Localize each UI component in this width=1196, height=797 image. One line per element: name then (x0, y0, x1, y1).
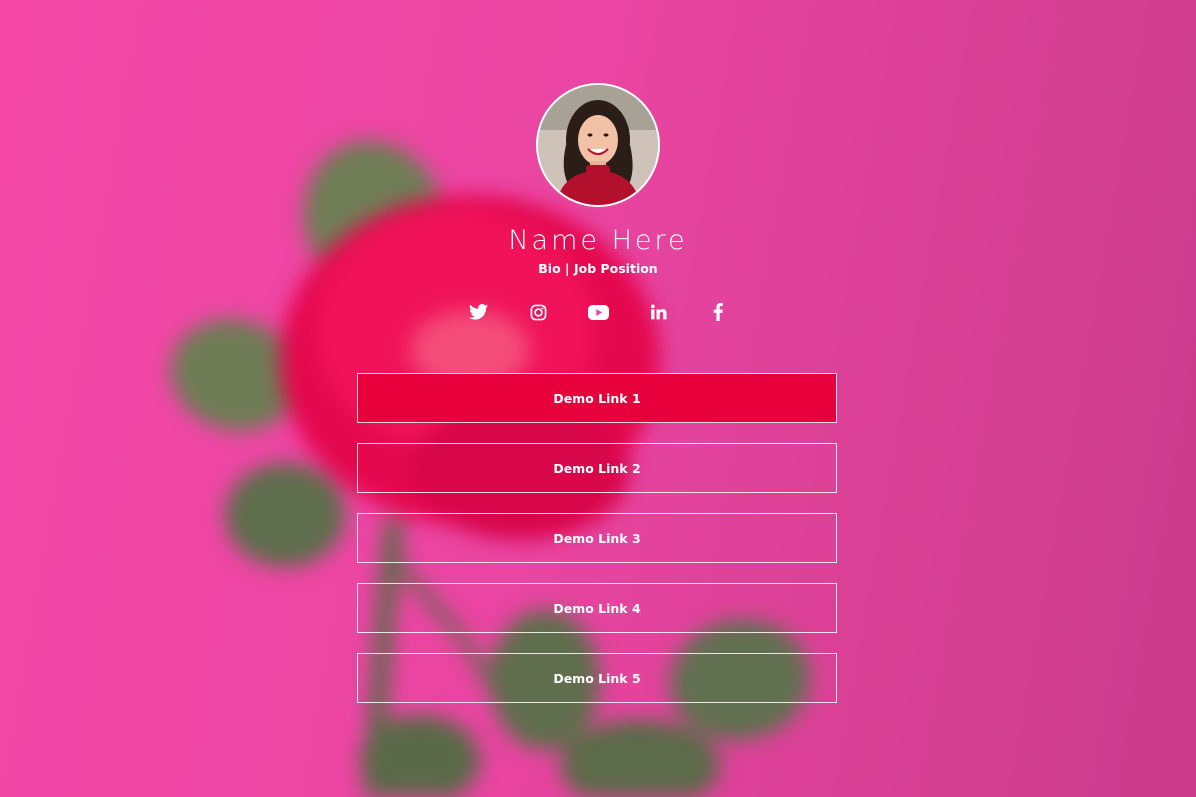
demo-link-3-button[interactable]: Demo Link 3 (357, 513, 837, 563)
facebook-icon[interactable] (688, 299, 748, 325)
profile-bio: Bio | Job Position (538, 261, 658, 276)
linkedin-icon[interactable] (628, 299, 688, 325)
profile-section: Name Here Bio | Job Position (0, 0, 1196, 325)
youtube-icon[interactable] (568, 299, 628, 325)
demo-link-5-button[interactable]: Demo Link 5 (357, 653, 837, 703)
demo-link-4-button[interactable]: Demo Link 4 (357, 583, 837, 633)
twitter-icon[interactable] (448, 299, 508, 325)
profile-name: Name Here (508, 225, 688, 256)
links-list: Demo Link 1 Demo Link 2 Demo Link 3 Demo… (357, 373, 837, 723)
demo-link-1-button[interactable]: Demo Link 1 (357, 373, 837, 423)
social-icons (448, 299, 748, 325)
avatar (536, 83, 660, 207)
instagram-icon[interactable] (508, 299, 568, 325)
demo-link-2-button[interactable]: Demo Link 2 (357, 443, 837, 493)
